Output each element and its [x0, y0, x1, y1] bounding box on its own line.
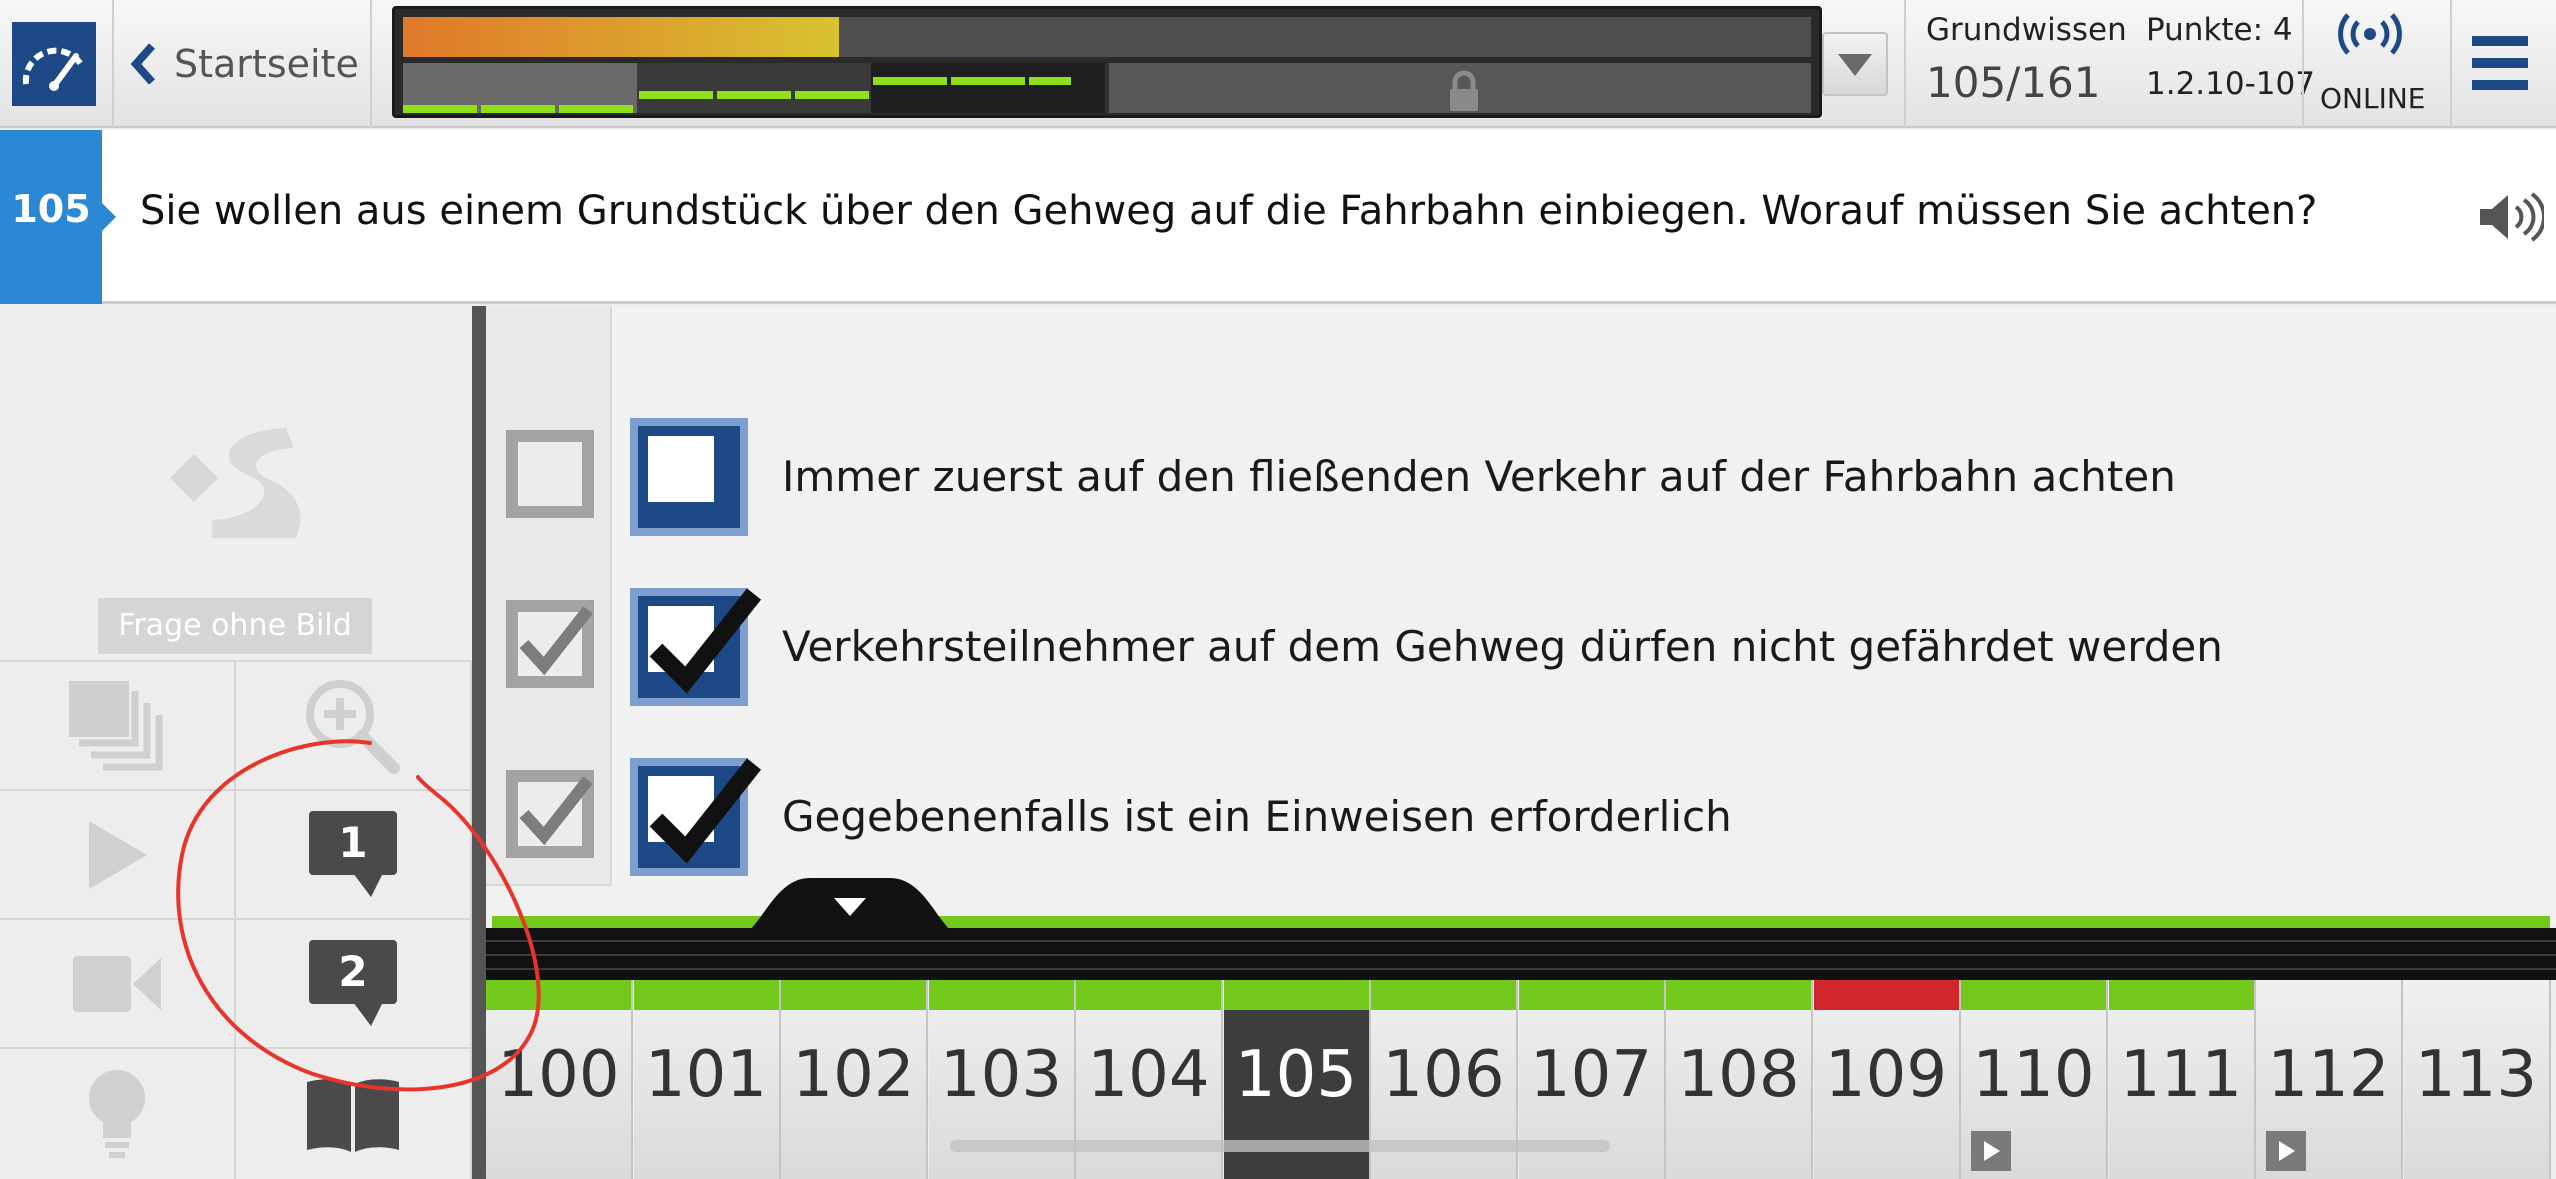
- question-number-tag: 105: [0, 130, 116, 304]
- tile-status-bar: [2404, 980, 2549, 1010]
- level-segments: [403, 63, 1109, 113]
- evaluation-checkbox: [506, 430, 594, 518]
- answer-row[interactable]: Verkehrsteilnehmer auf dem Gehweg dürfen…: [486, 584, 2556, 706]
- question-tile[interactable]: 102: [781, 980, 928, 1179]
- question-tile[interactable]: 108: [1666, 980, 1813, 1179]
- chevron-left-icon: [130, 43, 155, 85]
- video-play-icon: [1971, 1131, 2011, 1171]
- question-counter: 105/161: [1926, 58, 2101, 107]
- tile-status-bar: [1518, 980, 1664, 1010]
- question-tile[interactable]: 111: [2108, 980, 2256, 1179]
- evaluation-checkbox: [506, 600, 594, 688]
- checkmark-icon: [649, 758, 762, 864]
- checkmark-icon: [519, 606, 593, 676]
- question-tile[interactable]: 112: [2256, 980, 2403, 1179]
- overall-progress-bar: [403, 17, 1811, 57]
- tile-status-bar: [928, 980, 1074, 1010]
- separator: [2450, 0, 2452, 128]
- stack-icon: [69, 680, 163, 770]
- tile-status-bar: [1961, 980, 2106, 1010]
- tile-status-bar: [1223, 980, 1369, 1010]
- answer-text[interactable]: Immer zuerst auf den fließenden Verkehr …: [782, 452, 2176, 501]
- online-status: ONLINE: [2320, 82, 2426, 115]
- tile-number: 109: [1824, 1038, 1948, 1112]
- tile-number: 102: [792, 1038, 915, 1112]
- tile-number: 106: [1382, 1038, 1505, 1112]
- speaker-icon[interactable]: [2478, 192, 2544, 242]
- road-sign-icon: [170, 428, 301, 538]
- question-bar: 105 Sie wollen aus einem Grundstück über…: [0, 130, 2556, 304]
- navigator-scrollbar[interactable]: [950, 1140, 1610, 1152]
- answer-text[interactable]: Gegebenenfalls ist ein Einweisen erforde…: [782, 792, 1732, 841]
- progress-panel: [392, 6, 1822, 118]
- tile-status-bar: [2108, 980, 2254, 1010]
- tile-number: 110: [1972, 1038, 2095, 1112]
- top-bar: Startseite Grundwissen 105/161 Punkte: 4…: [0, 0, 2556, 128]
- tile-status-bar: [1813, 980, 1959, 1010]
- question-text: Sie wollen aus einem Grundstück über den…: [140, 188, 2318, 234]
- answer-checkbox[interactable]: [630, 758, 762, 876]
- answer-checkbox[interactable]: [630, 418, 748, 536]
- triangle-down-icon: [1838, 54, 1872, 76]
- answers-area: Immer zuerst auf den fließenden Verkehr …: [486, 306, 2556, 926]
- separator: [1904, 0, 1906, 128]
- menu-icon[interactable]: [2472, 34, 2528, 92]
- tile-number: 113: [2414, 1038, 2538, 1112]
- progress-dropdown-button[interactable]: [1822, 32, 1888, 96]
- question-tile[interactable]: 109: [1813, 980, 1961, 1179]
- checkmark-icon: [649, 588, 762, 694]
- tile-number: 103: [939, 1038, 1063, 1112]
- tile-number: 108: [1677, 1038, 1800, 1112]
- nav-divider-strip: [486, 928, 2556, 980]
- no-image-label: Frage ohne Bild: [98, 598, 372, 654]
- question-number: 105: [11, 187, 91, 231]
- separator: [112, 0, 114, 128]
- answer-text[interactable]: Verkehrsteilnehmer auf dem Gehweg dürfen…: [782, 622, 2223, 671]
- tile-status-bar: [1666, 980, 1811, 1010]
- annotation-circle: [176, 739, 541, 1092]
- app-logo[interactable]: [12, 22, 96, 106]
- category-title: Grundwissen: [1926, 12, 2127, 48]
- tile-number: 105: [1234, 1038, 1358, 1112]
- question-tile[interactable]: 101: [633, 980, 781, 1179]
- speedometer-icon: [22, 47, 85, 91]
- separator: [2302, 0, 2304, 128]
- tile-number: 104: [1087, 1038, 1210, 1112]
- back-button[interactable]: Startseite: [130, 34, 359, 94]
- tile-number: 107: [1529, 1038, 1653, 1112]
- video-play-icon: [2266, 1131, 2306, 1171]
- video-camera-icon: [73, 955, 161, 1012]
- separator: [370, 0, 372, 128]
- tile-status-bar: [1076, 980, 1221, 1010]
- points-label: Punkte: 4: [2146, 12, 2293, 48]
- play-icon: [89, 820, 147, 889]
- tile-status-bar: [633, 980, 779, 1010]
- question-code: 1.2.10-107: [2146, 66, 2315, 102]
- tile-status-bar: [781, 980, 926, 1010]
- back-label: Startseite: [174, 42, 359, 86]
- question-number-arrow: [102, 203, 116, 231]
- lightbulb-icon: [89, 1070, 145, 1158]
- tile-number: 101: [644, 1038, 768, 1112]
- tile-status-bar: [2256, 980, 2401, 1010]
- lock-icon: [1450, 70, 1478, 111]
- tile-number: 111: [2119, 1038, 2243, 1112]
- broadcast-icon: [2338, 13, 2402, 55]
- answer-row[interactable]: Immer zuerst auf den fließenden Verkehr …: [486, 414, 2556, 536]
- level-progress-bar: [403, 63, 1811, 113]
- answer-checkbox[interactable]: [630, 588, 762, 706]
- answer-row[interactable]: Gegebenenfalls ist ein Einweisen erforde…: [486, 754, 2556, 876]
- question-tile[interactable]: 110: [1961, 980, 2108, 1179]
- overall-progress-fill: [403, 17, 840, 57]
- question-tile[interactable]: 113: [2403, 980, 2551, 1179]
- tile-status-bar: [1371, 980, 1516, 1010]
- tile-number: 112: [2267, 1038, 2390, 1112]
